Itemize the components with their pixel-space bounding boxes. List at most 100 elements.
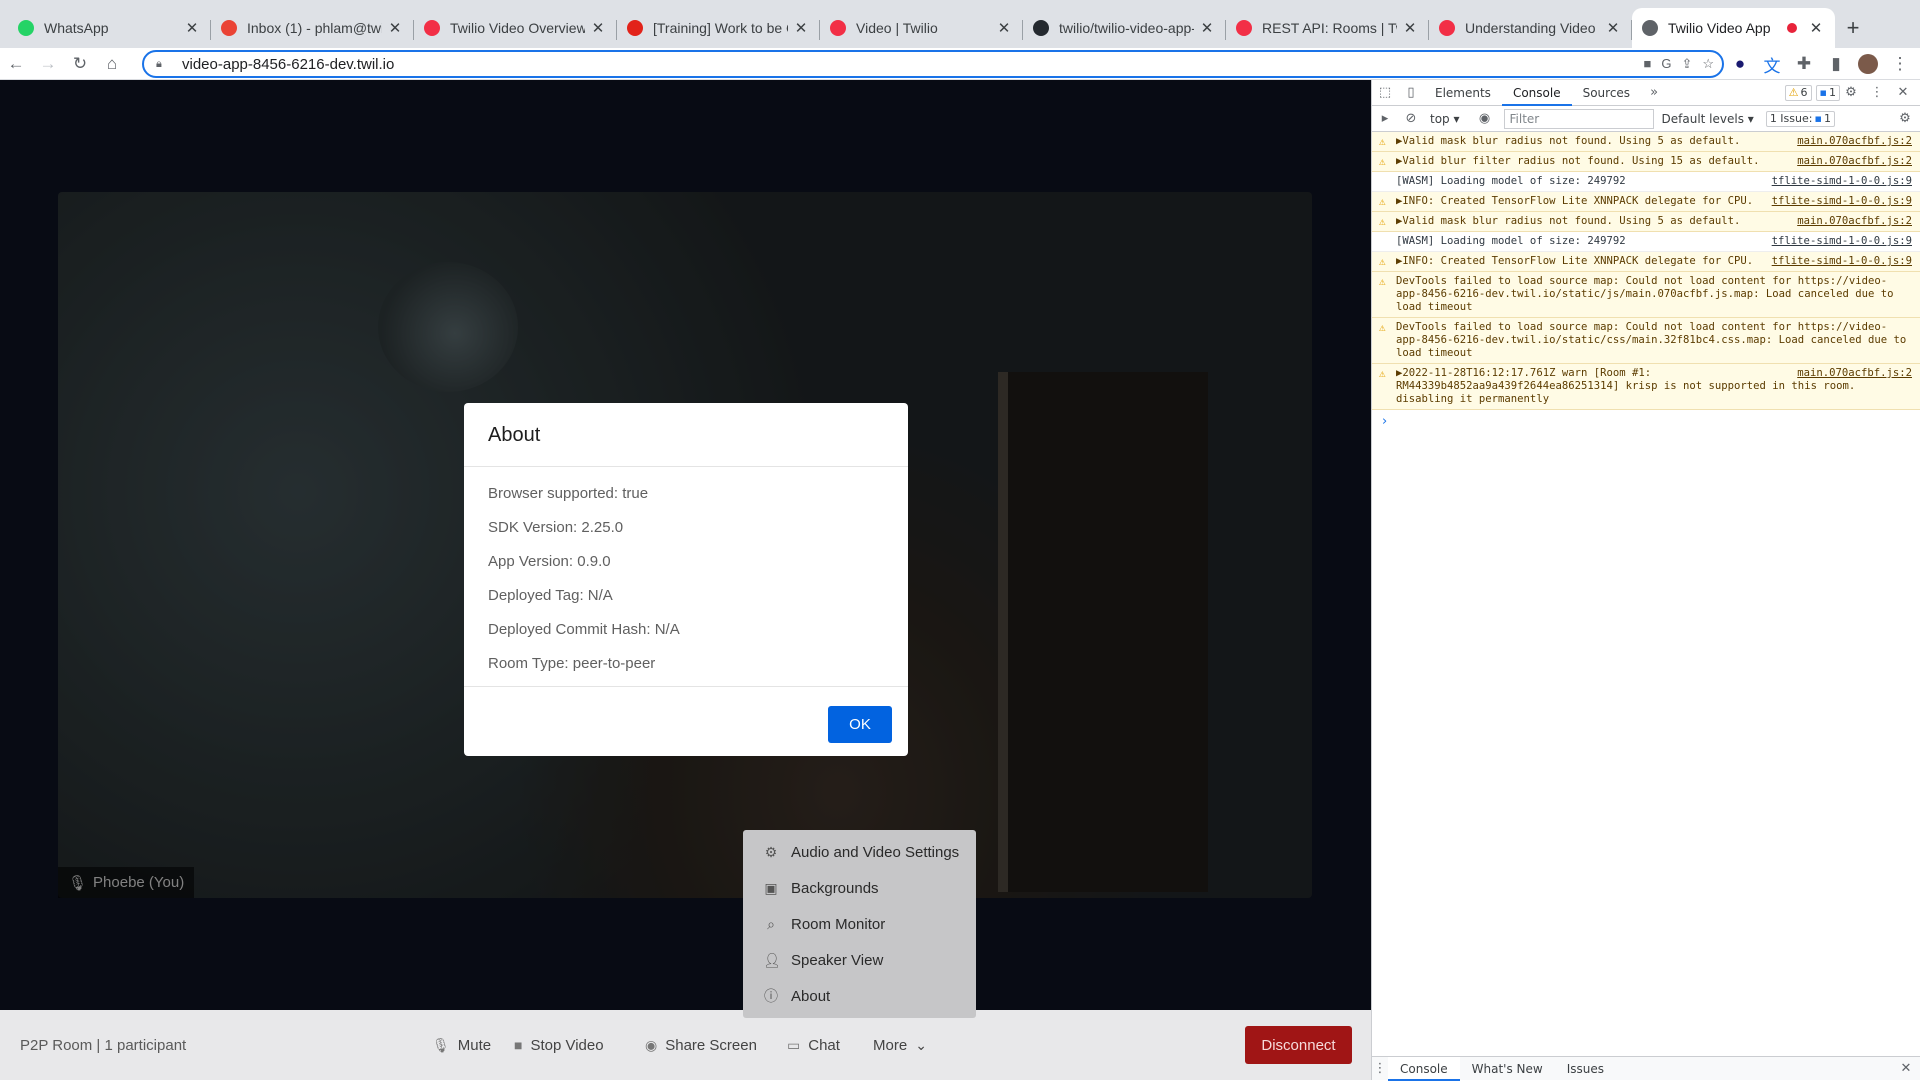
source-link[interactable]: tflite-simd-1-0-0.js:9 xyxy=(1772,175,1912,188)
more-tabs-icon[interactable]: » xyxy=(1641,80,1667,106)
console-settings-icon[interactable]: ⚙ xyxy=(1892,106,1918,132)
close-tab-icon[interactable]: ✕ xyxy=(995,19,1013,37)
drawer-tab[interactable]: Issues xyxy=(1555,1057,1616,1081)
google-icon[interactable]: G xyxy=(1661,56,1671,72)
close-tab-icon[interactable]: ✕ xyxy=(183,19,201,37)
about-row: Browser supported: true xyxy=(488,485,649,502)
log-levels-select[interactable]: Default levels ▾ xyxy=(1662,112,1754,126)
filter-input[interactable]: Filter xyxy=(1503,108,1654,129)
reload-icon[interactable]: ↻ xyxy=(64,48,96,80)
avatar[interactable] xyxy=(1854,48,1882,80)
inspect-element-icon[interactable]: ⬚ xyxy=(1372,80,1398,106)
clear-console-icon[interactable]: ⊘ xyxy=(1398,106,1424,132)
mute-button[interactable]: 🎙︎ Mute xyxy=(432,1037,491,1054)
gear-icon[interactable]: ⚙ xyxy=(1838,80,1864,106)
console-message[interactable]: tflite-simd-1-0-0.js:9 [WASM] Loading mod… xyxy=(1372,232,1920,252)
devtools-tab[interactable]: Elements xyxy=(1424,80,1502,106)
share-icon[interactable]: ⇪ xyxy=(1681,56,1692,72)
close-tab-icon[interactable]: ✕ xyxy=(1807,19,1825,37)
camera-in-use-icon[interactable]: ■ xyxy=(1643,56,1651,72)
source-link[interactable]: tflite-simd-1-0-0.js:9 xyxy=(1772,255,1912,268)
close-icon[interactable]: ✕ xyxy=(1890,80,1916,106)
tab-title: Video | Twilio xyxy=(856,20,938,36)
console-message[interactable]: tflite-simd-1-0-0.js:9 [WASM] Loading mod… xyxy=(1372,172,1920,192)
console-message[interactable]: ⚠ DevTools failed to load source map: Cou… xyxy=(1372,272,1920,318)
console-message[interactable]: ⚠ main.070acfbf.js:2 ▶Valid mask blur radi… xyxy=(1372,132,1920,152)
ok-button[interactable]: OK xyxy=(828,706,892,743)
close-tab-icon[interactable]: ✕ xyxy=(1401,19,1419,37)
console-message[interactable]: ⚠ tflite-simd-1-0-0.js:9 ▶INFO: Created Te… xyxy=(1372,192,1920,212)
source-link[interactable]: main.070acfbf.js:2 xyxy=(1797,215,1912,228)
source-link[interactable]: main.070acfbf.js:2 xyxy=(1797,135,1912,148)
browser-tab[interactable]: WhatsApp ✕ xyxy=(8,8,211,48)
share-screen-button[interactable]: ◉ Share Screen xyxy=(645,1037,757,1054)
side-panel-icon[interactable]: ▮ xyxy=(1822,48,1850,80)
menu-item[interactable]: ▣ Backgrounds xyxy=(743,870,976,906)
console-message[interactable]: ⚠ DevTools failed to load source map: Cou… xyxy=(1372,318,1920,364)
new-tab-button[interactable]: + xyxy=(1835,8,1871,48)
devtools-tab[interactable]: Sources xyxy=(1572,80,1641,106)
console-message[interactable]: ⚠ tflite-simd-1-0-0.js:9 ▶INFO: Created Te… xyxy=(1372,252,1920,272)
eye-icon[interactable]: ◉ xyxy=(1472,106,1498,132)
browser-tab[interactable]: [Training] Work to be Co✕ xyxy=(617,8,820,48)
translate-icon[interactable]: 文 xyxy=(1758,48,1786,80)
browser-tab[interactable]: Video | Twilio ✕ xyxy=(820,8,1023,48)
browser-tab[interactable]: twilio/twilio-video-app- ✕ xyxy=(1023,8,1226,48)
browser-tab-strip: WhatsApp✕Inbox (1) - phlam@twilio✕Twilio… xyxy=(0,0,1920,48)
issues-badge[interactable]: 1 Issue: ▪ 1 xyxy=(1765,110,1835,127)
puzzle-icon[interactable]: ✚ xyxy=(1790,48,1818,80)
kebab-menu-icon[interactable]: ⋮ xyxy=(1864,80,1890,106)
chat-button[interactable]: ▭ Chat xyxy=(787,1037,840,1054)
device-toolbar-icon[interactable]: ▯ xyxy=(1398,80,1424,106)
devtools-tab[interactable]: Console xyxy=(1501,80,1572,106)
bookmark-star-icon[interactable]: ☆ xyxy=(1702,56,1714,72)
source-link[interactable]: main.070acfbf.js:2 xyxy=(1797,155,1912,168)
console-prompt[interactable]: › xyxy=(1372,410,1920,433)
menu-item[interactable]: ⚙ Audio and Video Settings xyxy=(743,834,976,870)
console-message-text: [WASM] Loading model of size: 249792 xyxy=(1396,175,1626,187)
warnings-badge[interactable]: ⚠ 6 xyxy=(1784,84,1812,101)
close-tab-icon[interactable]: ✕ xyxy=(792,19,810,37)
drawer-menu-icon[interactable]: ⋮ xyxy=(1372,1056,1388,1082)
browser-tab[interactable]: Inbox (1) - phlam@twilio✕ xyxy=(211,8,414,48)
close-tab-icon[interactable]: ✕ xyxy=(1604,19,1622,37)
close-drawer-icon[interactable]: ✕ xyxy=(1893,1056,1919,1082)
issue-icon: ▪ xyxy=(1814,112,1822,125)
console-message[interactable]: ⚠ main.070acfbf.js:2 ▶Valid mask blur radi… xyxy=(1372,212,1920,232)
console-message[interactable]: ⚠ main.070acfbf.js:2 ▶2022-11-28T16:12:17.… xyxy=(1372,364,1920,410)
messages-badge[interactable]: ▪ 1 xyxy=(1815,84,1840,101)
stop-video-button[interactable]: ■ Stop Video xyxy=(514,1037,604,1054)
devtools-counters: ⚠ 6 ▪ 1 xyxy=(1784,84,1840,101)
address-bar[interactable]: 🔒︎ video-app-8456-6216-dev.twil.io ■ G ⇪… xyxy=(142,50,1724,78)
mute-label: Mute xyxy=(457,1036,492,1054)
browser-tab[interactable]: REST API: Rooms | Twilio✕ xyxy=(1226,8,1429,48)
menu-item[interactable]: 👤︎ Speaker View xyxy=(743,942,976,978)
more-button[interactable]: More ⌄ xyxy=(873,1037,927,1054)
source-link[interactable]: tflite-simd-1-0-0.js:9 xyxy=(1772,235,1912,248)
drawer-tab[interactable]: Console xyxy=(1388,1056,1460,1081)
browser-tab[interactable]: Understanding Video Ro✕ xyxy=(1429,8,1632,48)
console-message[interactable]: ⚠ main.070acfbf.js:2 ▶Valid blur filter ra… xyxy=(1372,152,1920,172)
extension-circle-icon[interactable]: ● xyxy=(1726,48,1754,80)
home-icon[interactable]: ⌂ xyxy=(96,48,128,80)
warning-icon: ⚠ xyxy=(1379,255,1386,268)
kebab-menu-icon[interactable]: ⋮ xyxy=(1886,48,1914,80)
drawer-tab[interactable]: What's New xyxy=(1460,1057,1555,1081)
close-tab-icon[interactable]: ✕ xyxy=(1198,19,1216,37)
menu-item[interactable]: ⌕ Room Monitor xyxy=(743,906,976,942)
context-select[interactable]: top ▾ xyxy=(1430,112,1460,126)
forward-arrow-icon[interactable]: → xyxy=(32,48,64,80)
browser-tab[interactable]: Twilio Video Overview | ✕ xyxy=(414,8,617,48)
back-arrow-icon[interactable]: ← xyxy=(0,48,32,80)
menu-item[interactable]: ⓘ About xyxy=(743,978,976,1014)
browser-tab[interactable]: Twilio Video App ✕ xyxy=(1632,8,1835,48)
close-tab-icon[interactable]: ✕ xyxy=(386,19,404,37)
source-link[interactable]: main.070acfbf.js:2 xyxy=(1797,367,1912,380)
disconnect-button[interactable]: Disconnect xyxy=(1245,1026,1352,1064)
url-text: video-app-8456-6216-dev.twil.io xyxy=(182,55,395,73)
close-tab-icon[interactable]: ✕ xyxy=(589,19,607,37)
sidebar-toggle-icon[interactable]: ▸ xyxy=(1372,106,1398,132)
gear-icon: ⚙ xyxy=(764,843,778,860)
more-menu: ⚙ Audio and Video Settings ▣ Backgrounds ⌕ Ro… xyxy=(743,830,976,1018)
source-link[interactable]: tflite-simd-1-0-0.js:9 xyxy=(1772,195,1912,208)
